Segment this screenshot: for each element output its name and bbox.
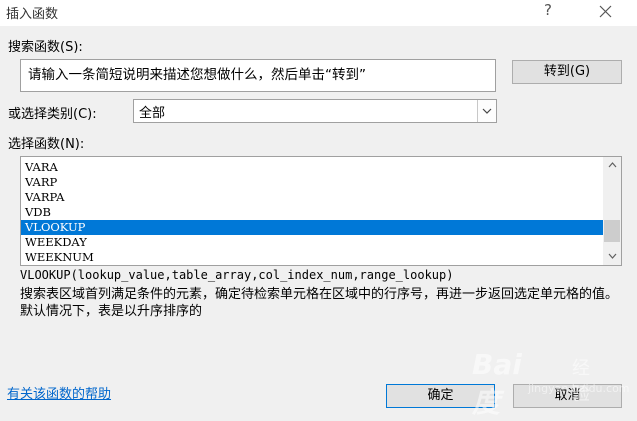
list-item[interactable]: VARA	[21, 160, 603, 175]
list-item-selected[interactable]: VLOOKUP	[21, 220, 603, 235]
function-syntax: VLOOKUP(lookup_value,table_array,col_ind…	[20, 268, 454, 282]
function-list-items: VARA VARP VARPA VDB VLOOKUP WEEKDAY WEEK…	[21, 160, 603, 265]
list-item[interactable]: WEEKDAY	[21, 235, 603, 250]
go-button[interactable]: 转到(G)	[512, 60, 622, 84]
vertical-scrollbar[interactable]	[603, 157, 621, 265]
list-item[interactable]: VDB	[21, 205, 603, 220]
category-select[interactable]: 全部	[133, 99, 497, 123]
help-button[interactable]: ?	[538, 1, 558, 23]
search-input[interactable]: 请输入一条简短说明来描述您想做什么，然后单击“转到”	[20, 59, 496, 92]
category-label: 或选择类别(C):	[8, 107, 97, 122]
window-title: 插入函数	[6, 7, 59, 22]
category-value: 全部	[139, 106, 166, 121]
scroll-up-button[interactable]	[603, 157, 621, 174]
close-icon	[599, 5, 611, 18]
list-item[interactable]: VARPA	[21, 190, 603, 205]
chevron-down-icon	[482, 108, 492, 114]
ok-button[interactable]: 确定	[386, 384, 495, 408]
help-link[interactable]: 有关该函数的帮助	[7, 383, 111, 402]
dropdown-button[interactable]	[477, 100, 496, 122]
list-item[interactable]: VARP	[21, 175, 603, 190]
function-list[interactable]: VARA VARP VARPA VDB VLOOKUP WEEKDAY WEEK…	[20, 156, 622, 266]
function-list-label: 选择函数(N):	[8, 137, 85, 152]
title-bar: 插入函数 ?	[0, 0, 637, 26]
search-label: 搜索函数(S):	[8, 40, 83, 55]
chevron-up-icon	[608, 162, 616, 168]
function-description: 搜索表区域首列满足条件的元素，确定待检索单元格在区域中的行序号，再进一步返回选定…	[20, 287, 619, 319]
cancel-button[interactable]: 取消	[513, 384, 622, 408]
close-button[interactable]	[592, 0, 618, 24]
scroll-thumb[interactable]	[604, 220, 620, 242]
list-item[interactable]: WEEKNUM	[21, 250, 603, 265]
scroll-down-button[interactable]	[603, 248, 621, 265]
chevron-down-icon	[608, 253, 616, 259]
